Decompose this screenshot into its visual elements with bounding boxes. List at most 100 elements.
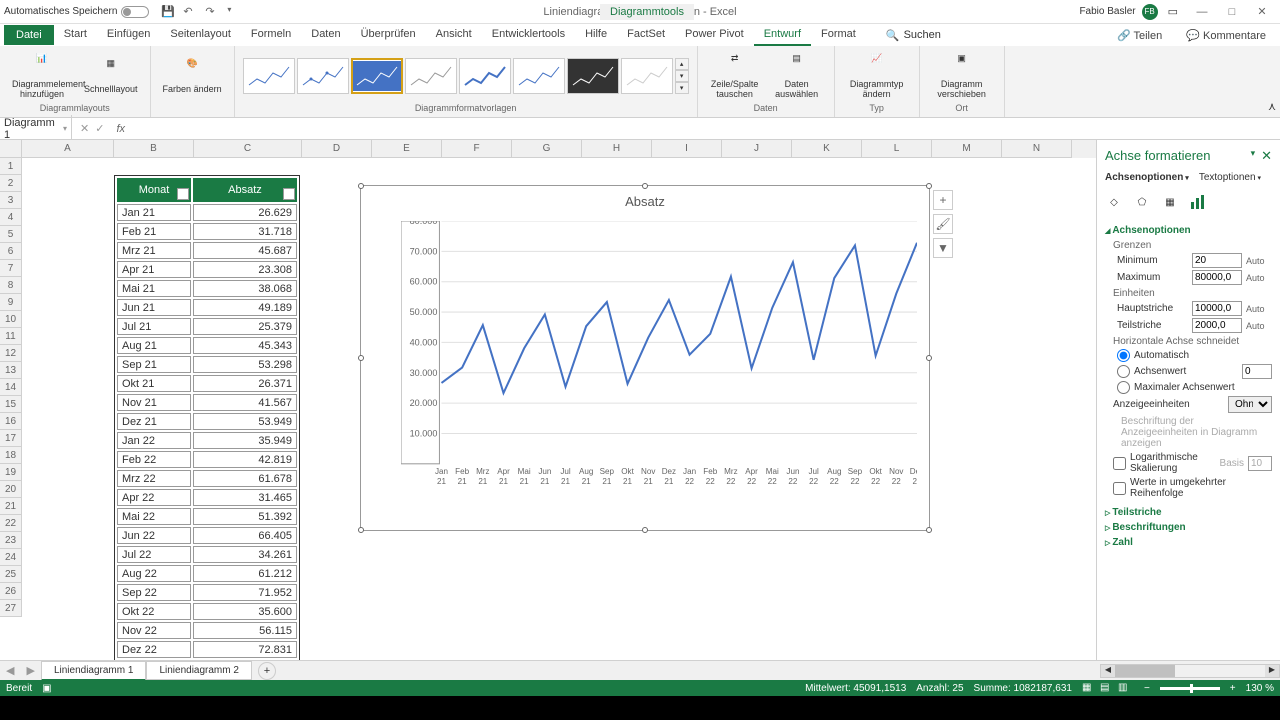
tab-hilfe[interactable]: Hilfe — [575, 24, 617, 46]
table-row[interactable]: Nov 2256.115 — [117, 622, 297, 639]
collapse-ribbon-button[interactable]: ⋏ — [1264, 96, 1280, 117]
zoom-level[interactable]: 130 % — [1246, 683, 1274, 694]
share-button[interactable]: 🔗 Teilen — [1107, 25, 1172, 46]
column-header[interactable]: H — [582, 140, 652, 158]
table-row[interactable]: Aug 2145.343 — [117, 337, 297, 354]
row-header[interactable]: 20 — [0, 481, 22, 498]
zoom-in-button[interactable]: + — [1230, 683, 1236, 694]
column-header[interactable]: M — [932, 140, 1002, 158]
zoom-slider[interactable] — [1160, 687, 1220, 690]
filter-icon[interactable]: ▾ — [177, 188, 189, 200]
axis-options-icon[interactable] — [1189, 193, 1207, 211]
style-3[interactable] — [351, 58, 403, 94]
tell-me-search[interactable]: 🔍 Suchen — [886, 29, 941, 42]
name-box[interactable]: Diagramm 1 — [0, 115, 72, 143]
tab-format[interactable]: Format — [811, 24, 866, 46]
style-7[interactable] — [567, 58, 619, 94]
row-header[interactable]: 8 — [0, 277, 22, 294]
number-section[interactable]: Zahl — [1105, 537, 1272, 548]
tab-entwurf[interactable]: Entwurf — [754, 24, 811, 46]
move-chart-button[interactable]: ▣Diagramm verschieben — [928, 51, 996, 101]
style-8[interactable] — [621, 58, 673, 94]
max-axis-radio[interactable] — [1117, 381, 1130, 394]
column-header[interactable]: C — [194, 140, 302, 158]
redo-icon[interactable]: ↷ — [205, 5, 219, 19]
row-header[interactable]: 5 — [0, 226, 22, 243]
normal-view-icon[interactable]: ▦ — [1082, 682, 1098, 694]
chart-style-gallery[interactable]: ▴▾▾ — [243, 58, 689, 94]
style-5[interactable] — [459, 58, 511, 94]
column-header[interactable]: D — [302, 140, 372, 158]
style-1[interactable] — [243, 58, 295, 94]
style-4[interactable] — [405, 58, 457, 94]
axis-options-tab[interactable]: Achsenoptionen — [1105, 172, 1189, 183]
style-2[interactable] — [297, 58, 349, 94]
fx-icon[interactable]: fx — [112, 123, 129, 135]
select-data-button[interactable]: ▤Daten auswählen — [768, 51, 826, 101]
user-info[interactable]: Fabio Basler FB — [1079, 4, 1157, 20]
minimum-input[interactable] — [1192, 253, 1242, 268]
user-avatar[interactable]: FB — [1142, 4, 1158, 20]
sheet-nav-prev[interactable]: ◀ — [0, 664, 20, 677]
size-properties-icon[interactable]: ▦ — [1161, 193, 1179, 211]
log-scale-checkbox[interactable] — [1113, 457, 1126, 470]
major-input[interactable] — [1192, 301, 1242, 316]
tab-start[interactable]: Start — [54, 24, 97, 46]
page-layout-icon[interactable]: ▤ — [1100, 682, 1116, 694]
table-row[interactable]: Nov 2141.567 — [117, 394, 297, 411]
table-row[interactable]: Jan 2235.949 — [117, 432, 297, 449]
row-header[interactable]: 2 — [0, 175, 22, 192]
quick-layout-button[interactable]: ▦Schnelllayout — [80, 56, 142, 96]
sheet-nav-next[interactable]: ▶ — [20, 664, 40, 677]
tab-einfügen[interactable]: Einfügen — [97, 24, 160, 46]
labels-section[interactable]: Beschriftungen — [1105, 522, 1272, 533]
table-row[interactable]: Okt 2126.371 — [117, 375, 297, 392]
toggle-switch[interactable] — [121, 6, 149, 18]
row-header[interactable]: 26 — [0, 583, 22, 600]
column-header[interactable]: F — [442, 140, 512, 158]
column-header[interactable]: E — [372, 140, 442, 158]
table-row[interactable]: Jan 2126.629 — [117, 204, 297, 221]
table-row[interactable]: Dez 2272.831 — [117, 641, 297, 658]
table-row[interactable]: Feb 2242.819 — [117, 451, 297, 468]
reverse-checkbox[interactable] — [1113, 482, 1126, 495]
row-header[interactable]: 11 — [0, 328, 22, 345]
text-options-tab[interactable]: Textoptionen — [1199, 172, 1261, 183]
table-row[interactable]: Jul 2234.261 — [117, 546, 297, 563]
column-header[interactable]: A — [22, 140, 114, 158]
column-headers[interactable]: ABCDEFGHIJKLMN — [22, 140, 1280, 158]
row-header[interactable]: 27 — [0, 600, 22, 617]
table-row[interactable]: Feb 2131.718 — [117, 223, 297, 240]
gallery-scroll[interactable]: ▴▾▾ — [675, 58, 689, 94]
tab-power pivot[interactable]: Power Pivot — [675, 24, 754, 46]
axis-options-section[interactable]: Achsenoptionen — [1105, 225, 1272, 236]
table-row[interactable]: Okt 2235.600 — [117, 603, 297, 620]
maximize-button[interactable]: □ — [1218, 2, 1246, 22]
minimize-button[interactable]: — — [1188, 2, 1216, 22]
column-header[interactable]: L — [862, 140, 932, 158]
row-header[interactable]: 12 — [0, 345, 22, 362]
table-row[interactable]: Sep 2271.952 — [117, 584, 297, 601]
panel-dropdown-icon[interactable]: ▾ — [1251, 148, 1256, 164]
column-header[interactable]: N — [1002, 140, 1072, 158]
filter-icon[interactable]: ▾ — [283, 188, 295, 200]
column-header[interactable]: J — [722, 140, 792, 158]
tab-entwicklertools[interactable]: Entwicklertools — [482, 24, 575, 46]
row-header[interactable]: 16 — [0, 413, 22, 430]
chart-filters-button[interactable]: ▼ — [933, 238, 953, 258]
cells[interactable]: Monat▾ Absatz▾ Jan 2126.629Feb 2131.718M… — [22, 158, 1280, 640]
style-6[interactable] — [513, 58, 565, 94]
row-header[interactable]: 7 — [0, 260, 22, 277]
change-colors-button[interactable]: 🎨Farben ändern — [159, 56, 226, 96]
cancel-formula-icon[interactable]: ✕ — [80, 122, 89, 135]
close-button[interactable]: ✕ — [1248, 2, 1276, 22]
row-header[interactable]: 18 — [0, 447, 22, 464]
column-header[interactable]: B — [114, 140, 194, 158]
change-chart-type-button[interactable]: 📈Diagrammtyp ändern — [843, 51, 911, 101]
row-header[interactable]: 4 — [0, 209, 22, 226]
save-icon[interactable]: 💾 — [161, 5, 175, 19]
table-row[interactable]: Apr 2231.465 — [117, 489, 297, 506]
select-all-corner[interactable] — [0, 140, 22, 158]
header-monat[interactable]: Monat▾ — [117, 178, 191, 202]
effects-icon[interactable]: ⬠ — [1133, 193, 1151, 211]
